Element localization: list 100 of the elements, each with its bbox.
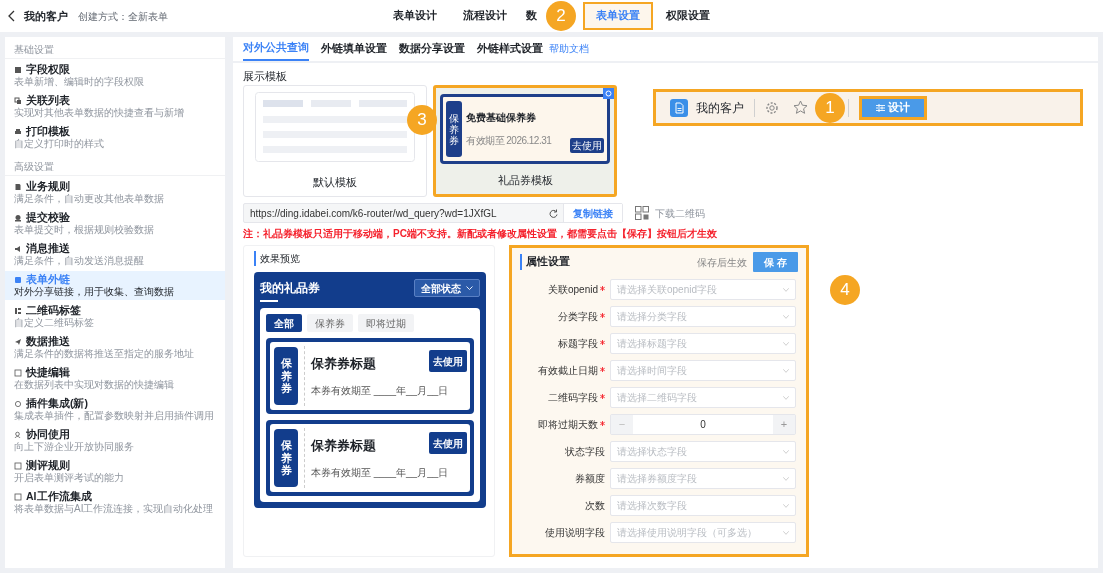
select-placeholder: 请选择标题字段 [617,337,687,351]
sidebar-item[interactable]: 快捷编辑 在数据列表中实现对数据的快捷编辑 [5,364,225,393]
template-label: 礼品券模板 [497,173,553,189]
sidebar-item[interactable]: AI工作流集成 将表单数据与AI工作流连接，实现自动化处理 [5,488,225,517]
item-label: 消息推送 [26,242,70,255]
status-dropdown[interactable]: 全部状态 [414,279,480,297]
coupon-date: 有效期至 2026.12.31 [466,134,552,148]
select-placeholder: 请选择次数字段 [617,499,687,513]
coupon-title: 免费基础保养券 [466,111,537,125]
sub-tab[interactable]: 外链填单设置 [321,37,387,61]
field-label: 标题字段 [558,337,598,351]
section-heading: 高级设置 [5,158,225,176]
chevron-down-icon [783,449,789,454]
sub-tab[interactable]: 数据分享设置 [399,37,465,61]
megaphone-icon [14,244,22,253]
help-link[interactable]: 帮助文档 [549,37,589,61]
chevron-down-icon [783,530,789,535]
sidebar-item[interactable]: 消息推送 满足条件，自动发送消息提醒 [5,240,225,269]
template-card[interactable]: 保养券 免费基础保养券 有效期至 2026.12.31 去使用 礼品券模板 [433,85,617,197]
sidebar-item[interactable]: 测评规则 开启表单测评考试的能力 [5,457,225,486]
field-label: 状态字段 [565,445,605,459]
sidebar-item[interactable]: 业务规则 满足条件，自动更改其他表单数据 [5,178,225,207]
item-label: 字段权限 [26,63,70,76]
page-title: 我的客户 [24,8,68,24]
sidebar-item[interactable]: 打印模板 自定义打印时的样式 [5,123,225,152]
link-url: https://ding.idabei.com/k6-router/wd_query?wd=1JXfGL [250,206,498,221]
sidebar-item[interactable]: 协同使用 向上下游企业开放协同服务 [5,426,225,455]
settings-icon [765,100,779,115]
link-field[interactable]: https://ding.idabei.com/k6-router/wd_query?wd=1JXfGL 复制链接 [243,203,623,223]
select-placeholder: 请选择分类字段 [617,310,687,324]
select-placeholder: 请选择状态字段 [617,445,687,459]
sidebar-item[interactable]: 表单外链 对外分享链接，用于收集、查询数据 [5,271,225,300]
user-icon [14,430,22,439]
nav-tab[interactable]: 数 [524,2,539,30]
item-description: 实现对其他表单数据的快捷查看与新增 [14,107,185,119]
item-label: 业务规则 [26,180,70,193]
item-description: 满足条件的数据将推送至指定的服务地址 [14,348,195,360]
item-label: AI工作流集成 [26,490,92,503]
back-icon [8,10,16,22]
form-name: 我的客户 [696,99,744,117]
use-button[interactable]: 去使用 [429,432,467,454]
field-label: 有效截止日期 [538,364,598,378]
item-description: 向上下游企业开放协同服务 [14,441,135,453]
document-icon [14,182,22,191]
sidebar-item[interactable]: 提交校验 表单提交时，根据规则校验数据 [5,209,225,238]
coupon-validity: 本券有效期至 ____年__月__日 [311,384,449,399]
item-label: 数据推送 [26,335,70,348]
status-label: 全部状态 [421,281,461,296]
field-label: 即将过期天数 [538,418,598,432]
printer-icon [14,127,22,136]
coupon-title: 保养券标题 [311,436,376,455]
number-field[interactable]: 0 [633,417,773,432]
nav-tab[interactable]: 表单设计 [380,2,450,30]
section-heading: 基础设置 [5,41,225,59]
use-button: 去使用 [570,138,604,153]
use-button[interactable]: 去使用 [429,350,467,372]
panel-title: 效果预览 [254,251,494,266]
qr-code-icon [635,206,649,220]
copy-link-button[interactable]: 复制链接 [563,204,622,222]
field-label: 分类字段 [558,310,598,324]
sidebar-item[interactable]: 关联列表 实现对其他表单数据的快捷查看与新增 [5,92,225,121]
item-label: 测评规则 [26,459,70,472]
item-label: 关联列表 [26,94,70,107]
chevron-down-icon [783,287,789,292]
filter-chip[interactable]: 即将过期 [358,314,414,332]
sidebar-item[interactable]: 数据推送 满足条件的数据将推送至指定的服务地址 [5,333,225,362]
item-description: 开启表单测评考试的能力 [14,472,125,484]
sub-tab[interactable]: 对外公共查询 [243,37,309,61]
notice-text: 注：礼品券模板只适用于移动端，PC端不支持。新配或者修改属性设置，都需要点击【保存】按钮后才生效 [243,227,718,240]
nav-tab[interactable]: 表单设置 [583,2,653,30]
stamp-icon [14,213,22,222]
sidebar-item[interactable]: 二维码标签 自定义二维码标签 [5,302,225,331]
item-description: 满足条件，自动发送消息提醒 [14,255,145,267]
field-label: 次数 [585,499,605,513]
select-placeholder: 请选择时间字段 [617,364,687,378]
item-description: 自定义打印时的样式 [14,138,105,150]
item-label: 协同使用 [26,428,70,441]
item-description: 自定义二维码标签 [14,317,95,329]
chevron-down-icon [466,286,473,290]
sub-tab[interactable]: 外链样式设置 [477,37,543,61]
sidebar-item[interactable]: 插件集成(新) 集成表单插件，配置参数映射并启用插件调用 [5,395,225,424]
creation-mode-label: 创建方式：全新表单 [78,9,168,24]
field-label: 关联openid [547,283,598,297]
item-label: 插件集成(新) [26,397,88,410]
copy-icon [14,96,22,105]
coupon-validity: 本券有效期至 ____年__月__日 [311,466,449,481]
nav-tab[interactable]: 流程设计 [450,2,520,30]
filter-chip[interactable]: 全部 [266,314,302,332]
sidebar-item[interactable]: 字段权限 表单新增、编辑时的字段权限 [5,61,225,90]
item-description: 满足条件，自动更改其他表单数据 [14,193,165,205]
section-title: 展示模板 [243,69,288,84]
filter-chip[interactable]: 保养券 [307,314,353,332]
nav-tab[interactable]: 权限设置 [653,2,723,30]
sliders-icon [876,103,885,112]
coupon-title: 保养券标题 [311,354,376,373]
item-description: 在数据列表中实现对数据的快捷编辑 [14,379,175,391]
refresh-icon [549,208,558,218]
item-description: 表单提交时，根据规则校验数据 [14,224,155,236]
step-badge: 1 [815,93,845,123]
field-label: 二维码字段 [548,391,598,405]
